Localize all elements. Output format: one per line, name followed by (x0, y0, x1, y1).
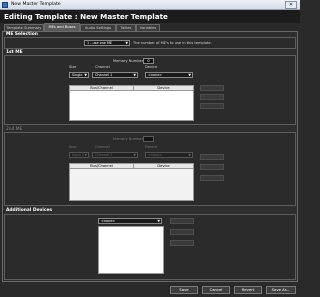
me1-size-dropdown[interactable]: Single ▼ (69, 72, 89, 78)
additional-devices-title: Additional Devices (6, 208, 53, 213)
tab-tallies[interactable]: Tallies (116, 24, 136, 31)
me1-device-label: Device (145, 65, 158, 69)
tab-audio-settings[interactable]: Audio Settings (80, 24, 116, 31)
additional-side-button-1[interactable] (170, 218, 194, 224)
me1-side-button-3[interactable] (200, 103, 224, 109)
me2-channel-dropdown[interactable]: Channel 1 ▼ (92, 152, 138, 158)
me1-side-button-2[interactable] (200, 94, 224, 100)
me1-device-value: <none> (148, 73, 163, 77)
revert-button[interactable]: Revert (234, 286, 262, 294)
me2-memory-label: Memory Number: (113, 137, 145, 141)
save-as-button[interactable]: Save As... (266, 286, 296, 294)
app-icon (2, 2, 8, 8)
window-title: New Master Template (11, 2, 61, 7)
chevron-down-icon: ▼ (133, 73, 136, 77)
me1-device-dropdown[interactable]: <none> ▼ (145, 72, 193, 78)
me-count-dropdown[interactable]: 1 - use one ME ▼ (84, 40, 130, 46)
me2-memory-input[interactable] (143, 136, 154, 142)
me1-channel-dropdown[interactable]: Channel 1 ▼ (92, 72, 138, 78)
me2-size-label: Size (69, 145, 77, 149)
me2-size-value: Input 1 (72, 153, 85, 157)
chevron-down-icon: ▼ (188, 73, 191, 77)
additional-side-button-2[interactable] (170, 229, 194, 235)
chevron-down-icon: ▼ (133, 153, 136, 157)
me1-channel-label: Channel (95, 65, 110, 69)
me1-col-bus-channel: Bus/Channel (70, 86, 134, 91)
me2-bus-table[interactable]: Bus/Channel Device (69, 163, 194, 201)
me1-size-label: Size (69, 65, 77, 69)
me1-channel-value: Channel 1 (95, 73, 113, 77)
cancel-button[interactable]: Cancel (202, 286, 230, 294)
window-title-bar: New Master Template (0, 0, 300, 10)
me2-channel-value: Channel 1 (95, 153, 113, 157)
me2-col-bus-channel: Bus/Channel (70, 164, 134, 169)
me-selection-description: The number of ME's to use in this templa… (133, 41, 212, 45)
me1-memory-input[interactable]: 0 (143, 58, 154, 64)
me2-channel-label: Channel (95, 145, 110, 149)
additional-side-button-3[interactable] (170, 240, 194, 246)
chevron-down-icon: ▼ (125, 41, 128, 45)
me2-side-button-1[interactable] (200, 154, 224, 160)
save-button[interactable]: Save (170, 286, 198, 294)
tab-variables[interactable]: Variables (136, 24, 160, 31)
me2-device-value: <none> (148, 153, 163, 157)
chevron-down-icon: ▼ (84, 73, 87, 77)
me1-col-device: Device (134, 86, 194, 91)
page-title: Editing Template : New Master Template (4, 12, 168, 21)
chevron-down-icon: ▼ (188, 153, 191, 157)
tab-template-summary[interactable]: Template Summary (4, 24, 44, 31)
additional-device-dropdown[interactable]: <none> ▼ (98, 218, 162, 224)
chevron-down-icon: ▼ (84, 153, 87, 157)
me2-col-device: Device (134, 164, 194, 169)
additional-devices-list[interactable] (98, 226, 164, 274)
chevron-down-icon: ▼ (157, 219, 160, 223)
me2-size-dropdown[interactable]: Input 1 ▼ (69, 152, 89, 158)
me2-side-button-2[interactable] (200, 164, 224, 170)
additional-device-value: <none> (101, 219, 116, 223)
me2-device-label: Device (145, 145, 158, 149)
tab-mes-and-buses[interactable]: MEs and Buses (44, 23, 80, 31)
me1-size-value: Single (72, 73, 83, 77)
me2-device-dropdown[interactable]: <none> ▼ (145, 152, 193, 158)
me1-side-button-1[interactable] (200, 85, 224, 91)
me1-memory-label: Memory Number: (113, 59, 145, 63)
me-count-value: 1 - use one ME (87, 41, 113, 45)
close-icon[interactable]: ✕ (285, 1, 297, 9)
me1-bus-table[interactable]: Bus/Channel Device (69, 85, 194, 121)
me2-side-button-3[interactable] (200, 175, 224, 181)
